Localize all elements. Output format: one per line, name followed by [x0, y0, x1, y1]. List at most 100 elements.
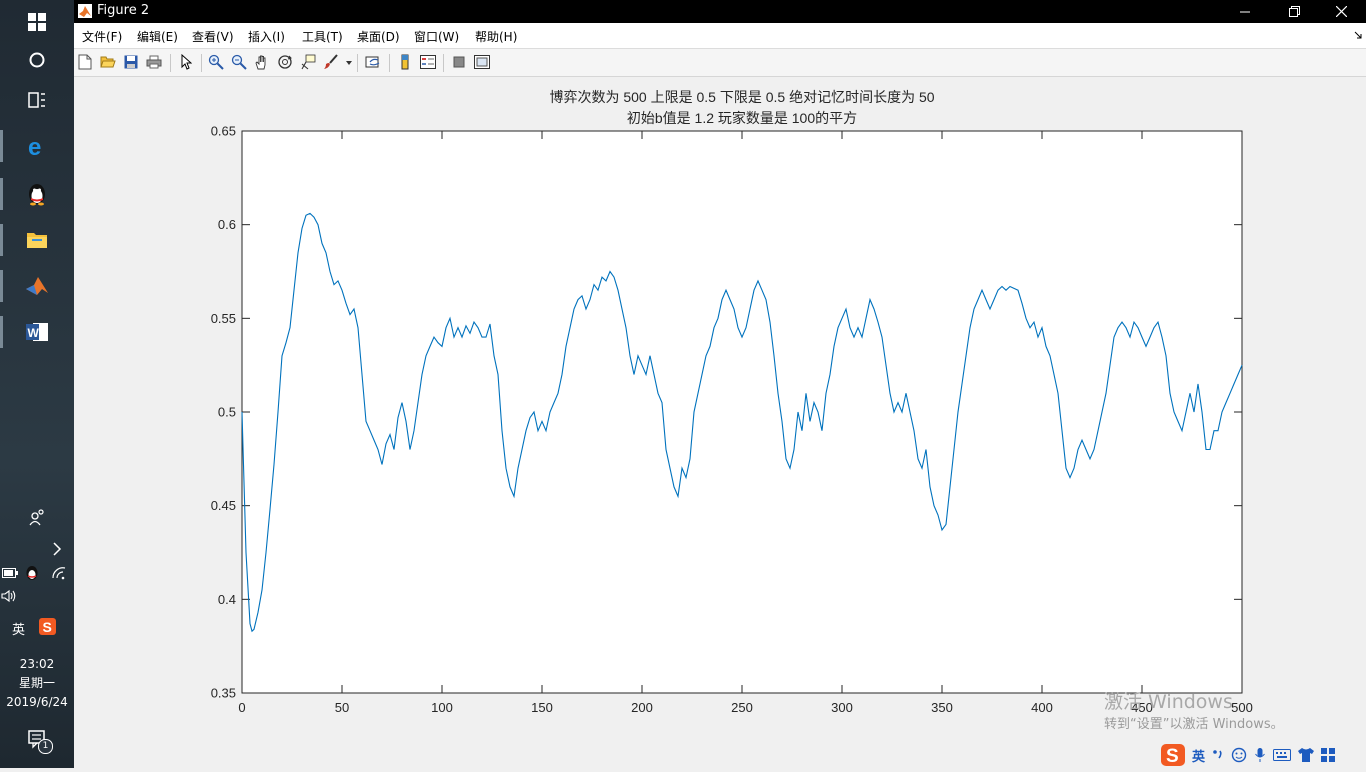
- x-tick-label: 50: [335, 700, 349, 715]
- menu-help[interactable]: 帮助(H): [475, 28, 517, 45]
- x-tick-label: 0: [238, 700, 245, 715]
- menu-arrow-icon[interactable]: [1354, 31, 1362, 39]
- word-app-button[interactable]: W: [0, 310, 74, 354]
- menu-edit[interactable]: 编辑(E): [137, 28, 178, 45]
- zoom-in-button[interactable]: [207, 53, 225, 71]
- matlab-app-button[interactable]: [0, 264, 74, 308]
- open-file-button[interactable]: [99, 53, 117, 71]
- matlab-logo-icon: [26, 277, 48, 295]
- menu-window[interactable]: 窗口(W): [414, 28, 459, 45]
- restore-button[interactable]: [1271, 0, 1317, 23]
- rotate-icon: [278, 55, 292, 69]
- edge-app-button[interactable]: e: [0, 124, 74, 168]
- qq-tray-icon[interactable]: [25, 565, 39, 581]
- activation-watermark-subtitle: 转到“设置”以激活 Windows。: [1104, 717, 1284, 732]
- x-tick-label: 250: [731, 700, 753, 715]
- qq-app-button[interactable]: [0, 172, 74, 216]
- taskbar: e W 英 S 23:02 星期一 2019/6/24 1: [0, 0, 74, 768]
- cortana-button[interactable]: [0, 38, 74, 82]
- minimize-icon: [1240, 11, 1250, 12]
- show-plot-tools-button[interactable]: [473, 53, 491, 71]
- figure-window: Figure 2 文件(F) 编辑(E) 查看(V) 插入(I) 工具(T) 桌…: [74, 0, 1366, 768]
- print-button[interactable]: [145, 53, 163, 71]
- task-view-button[interactable]: [0, 78, 74, 122]
- keyboard-icon[interactable]: [1273, 749, 1292, 761]
- x-tick-label: 350: [931, 700, 953, 715]
- clock-time[interactable]: 23:02: [0, 655, 74, 674]
- x-tick-label: 300: [831, 700, 853, 715]
- new-figure-button[interactable]: [76, 53, 94, 71]
- file-explorer-button[interactable]: [0, 218, 74, 262]
- notification-count-badge: 1: [38, 739, 53, 754]
- window-title: Figure 2: [97, 3, 150, 18]
- ime-language-indicator[interactable]: 英: [12, 619, 25, 638]
- microphone-icon[interactable]: [1253, 747, 1267, 763]
- ime-mode-label[interactable]: 英: [1192, 746, 1205, 765]
- activation-watermark-title: 激活 Windows: [1104, 691, 1233, 713]
- restore-icon: [1288, 6, 1300, 17]
- toolbox-grid-icon[interactable]: [1321, 748, 1336, 762]
- data-cursor-button[interactable]: [299, 53, 317, 71]
- qq-penguin-icon: [29, 184, 45, 206]
- folder-icon: [27, 233, 47, 248]
- y-tick-label: 0.65: [211, 124, 236, 139]
- chart-title-line-2: 初始b值是 1.2 玩家数量是 100的平方: [627, 110, 857, 126]
- edge-browser-icon: e: [28, 134, 41, 158]
- insert-colorbar-button[interactable]: [396, 53, 414, 71]
- emoji-icon[interactable]: [1231, 747, 1247, 763]
- zoom-out-icon: [231, 54, 247, 70]
- y-tick-label: 0.55: [211, 311, 236, 326]
- save-disk-icon: [124, 55, 138, 69]
- menu-bar: 文件(F) 编辑(E) 查看(V) 插入(I) 工具(T) 桌面(D) 窗口(W…: [74, 23, 1366, 49]
- data-cursor-icon: [301, 54, 316, 70]
- colorbar-icon: [401, 54, 409, 70]
- x-tick-label: 400: [1031, 700, 1053, 715]
- rotate-3d-button[interactable]: [276, 53, 294, 71]
- printer-icon: [146, 55, 162, 69]
- menu-tools[interactable]: 工具(T): [302, 28, 343, 45]
- punctuation-icon[interactable]: [1211, 748, 1225, 762]
- sogou-ime-icon[interactable]: S: [39, 618, 56, 635]
- line-chart: 博弈次数为 500 上限是 0.5 下限是 0.5 绝对记忆时间长度为 50 初…: [211, 89, 1253, 715]
- menu-view[interactable]: 查看(V): [192, 28, 234, 45]
- minimize-button[interactable]: [1222, 0, 1268, 23]
- wifi-icon[interactable]: [51, 566, 67, 580]
- matlab-figure-icon: [78, 4, 92, 18]
- action-center-button[interactable]: 1: [28, 730, 53, 754]
- save-button[interactable]: [122, 53, 140, 71]
- chart-title-line-1: 博弈次数为 500 上限是 0.5 下限是 0.5 绝对记忆时间长度为 50: [549, 89, 934, 105]
- hide-plot-tools-button[interactable]: [450, 53, 468, 71]
- show-tools-icon: [474, 55, 490, 69]
- people-icon: [29, 509, 44, 526]
- close-button[interactable]: [1318, 0, 1364, 23]
- x-tick-label: 150: [531, 700, 553, 715]
- volume-icon[interactable]: [1, 589, 19, 603]
- menu-insert[interactable]: 插入(I): [248, 28, 285, 45]
- clock-weekday[interactable]: 星期一: [0, 674, 74, 693]
- pan-hand-icon: [255, 55, 266, 70]
- svg-text:S: S: [43, 619, 52, 635]
- hide-tools-icon: [453, 56, 465, 68]
- brush-dropdown-icon[interactable]: [346, 61, 352, 65]
- menu-desktop[interactable]: 桌面(D): [357, 28, 400, 45]
- link-plot-button[interactable]: [364, 53, 382, 71]
- cortana-circle-icon: [29, 52, 45, 68]
- ime-toolbar: S 英: [1160, 742, 1336, 768]
- svg-text:W: W: [28, 326, 40, 340]
- sogou-logo-icon[interactable]: S: [1160, 743, 1186, 767]
- insert-legend-button[interactable]: [419, 53, 437, 71]
- menu-file[interactable]: 文件(F): [82, 28, 122, 45]
- pan-button[interactable]: [253, 53, 271, 71]
- x-tick-label: 100: [431, 700, 453, 715]
- legend-icon: [420, 55, 436, 69]
- edit-plot-button[interactable]: [177, 53, 195, 71]
- y-tick-label: 0.4: [218, 592, 236, 607]
- skin-shirt-icon[interactable]: [1297, 747, 1315, 763]
- figure-canvas: 博弈次数为 500 上限是 0.5 下限是 0.5 绝对记忆时间长度为 50 初…: [74, 77, 1366, 768]
- brush-button[interactable]: [322, 53, 340, 71]
- zoom-out-button[interactable]: [230, 53, 248, 71]
- pointer-arrow-icon: [181, 54, 192, 70]
- plot-area[interactable]: [241, 130, 1243, 694]
- clock-date[interactable]: 2019/6/24: [0, 693, 74, 712]
- svg-text:S: S: [1166, 746, 1179, 767]
